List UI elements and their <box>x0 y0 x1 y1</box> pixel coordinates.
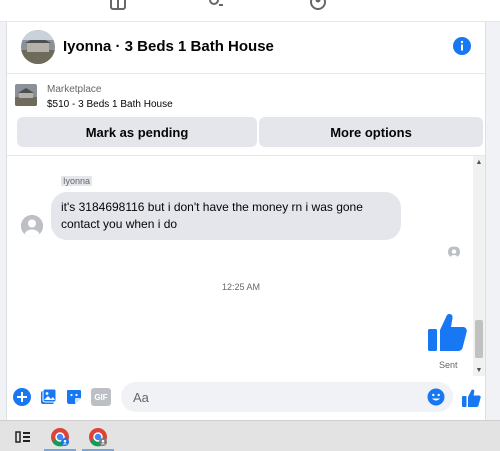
chat-header: Iyonna · 3 Beds 1 Bath House <box>7 22 485 74</box>
chat-title[interactable]: Iyonna · 3 Beds 1 Bath House <box>63 38 274 55</box>
chrome-icon[interactable] <box>49 426 71 448</box>
groups-icon[interactable] <box>206 0 226 12</box>
listing-category: Marketplace <box>47 84 102 95</box>
chat-scrollbar[interactable]: ▲ ▼ <box>473 156 485 376</box>
top-nav-bar <box>0 0 500 22</box>
sender-avatar[interactable] <box>21 215 43 237</box>
scroll-down-arrow-icon[interactable]: ▼ <box>473 364 485 376</box>
os-taskbar <box>0 420 500 451</box>
chrome-profile-icon[interactable] <box>87 426 109 448</box>
scrollbar-thumb[interactable] <box>475 320 483 358</box>
thumbs-up-icon[interactable] <box>425 311 469 355</box>
marketplace-icon[interactable] <box>108 0 128 12</box>
photo-icon[interactable] <box>39 388 57 406</box>
profile-icon[interactable] <box>308 0 328 12</box>
listing-avatar[interactable] <box>21 30 55 64</box>
message-thread: Iyonna it's 3184698116 but i don't have … <box>7 156 485 376</box>
sender-name: Iyonna <box>61 176 93 186</box>
message-timestamp: 12:25 AM <box>221 282 261 292</box>
listing-thumbnail[interactable] <box>15 84 37 106</box>
task-view-icon[interactable] <box>12 426 34 448</box>
plus-circle-icon[interactable] <box>13 388 31 406</box>
sent-status: Sent <box>439 360 458 370</box>
message-input[interactable] <box>133 388 413 406</box>
listing-card: Marketplace $510 - 3 Beds 1 Bath House M… <box>7 74 485 156</box>
emoji-icon[interactable] <box>427 388 445 406</box>
messenger-chat-panel: Iyonna · 3 Beds 1 Bath House Marketplace… <box>6 22 486 420</box>
gif-button[interactable]: GIF <box>91 388 111 406</box>
like-send-icon[interactable] <box>461 388 481 408</box>
scroll-up-arrow-icon[interactable]: ▲ <box>473 156 485 168</box>
seen-avatar-icon <box>448 246 460 258</box>
mark-as-pending-button[interactable]: Mark as pending <box>17 117 257 147</box>
message-composer: GIF <box>7 376 485 420</box>
message-bubble[interactable]: it's 3184698116 but i don't have the mon… <box>51 192 401 240</box>
listing-price-title[interactable]: $510 - 3 Beds 1 Bath House <box>47 99 173 110</box>
sticker-icon[interactable] <box>65 388 83 406</box>
more-options-button[interactable]: More options <box>259 117 483 147</box>
info-icon[interactable] <box>453 37 471 55</box>
message-input-container[interactable] <box>121 382 453 412</box>
